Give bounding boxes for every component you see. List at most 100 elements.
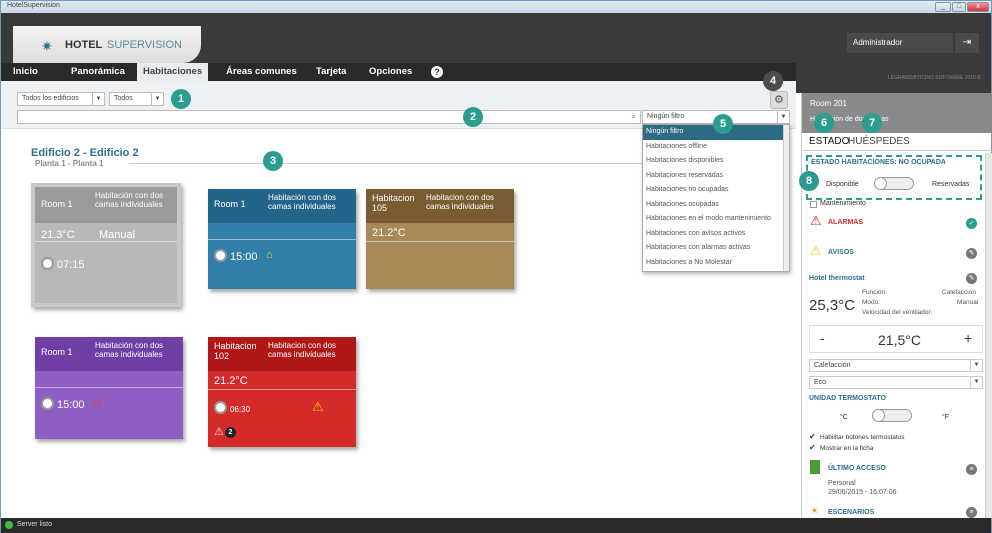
more-icon[interactable]: ≡ <box>966 464 977 475</box>
tab-areas-comunes[interactable]: Áreas comunes <box>220 63 303 81</box>
floor-subtitle: Planta 1 - Planta 1 <box>35 159 104 168</box>
mantenimiento-checkbox[interactable] <box>810 201 817 208</box>
tab-inicio[interactable]: Inicio <box>7 63 44 81</box>
fan-speed-label: Velocidad del ventilador: <box>862 309 933 316</box>
chevron-down-icon: ▼ <box>970 360 982 371</box>
room-name: Habitacion 105 <box>372 193 415 213</box>
window-title: HotelSupervision <box>7 2 60 9</box>
filter-option[interactable]: Habitaciones offline <box>643 140 789 155</box>
tab-tarjeta[interactable]: Tarjeta <box>310 63 352 81</box>
building-title: Edificio 2 - Edificio 2 <box>31 147 139 159</box>
help-icon[interactable]: ? <box>431 66 443 78</box>
filter-option[interactable]: Habitaciones ocupadas <box>643 198 789 213</box>
search-icon: ⌕ <box>631 112 636 121</box>
modo-value: Manual <box>957 299 979 306</box>
filter-option[interactable]: Habitaciones con avisos activos <box>643 227 789 242</box>
room-type: Habitacion con dos camas individuales <box>426 193 495 211</box>
building-select-value: Todos los edificios <box>22 95 79 102</box>
reservadas-label: Reservadas <box>932 181 970 188</box>
filter-option[interactable]: Habitaciones con alarmas activas <box>643 241 789 256</box>
room-time: 15:00 <box>57 399 85 411</box>
alarm-icon: ⚠ <box>214 426 224 438</box>
mode-select[interactable]: Eco ▼ <box>809 376 983 389</box>
availability-toggle[interactable] <box>874 177 914 190</box>
main-nav: Inicio Panorámica Habitaciones Áreas com… <box>1 63 796 81</box>
checkbox-checked-icon[interactable]: ✔ <box>809 443 816 452</box>
room-card[interactable]: Habitacion 102 Habitacion con dos camas … <box>208 337 356 447</box>
unit-toggle[interactable] <box>872 409 912 422</box>
warning-icon: ⚠ <box>312 399 324 414</box>
room-card[interactable]: Room 1 Habitación con dos camas individu… <box>35 337 183 439</box>
filter-option[interactable]: Habitaciones a No Molestar <box>643 256 789 271</box>
tab-estado[interactable]: ESTADO <box>809 136 849 147</box>
room-temp: 21.2°C <box>214 375 248 387</box>
more-icon[interactable]: ≡ <box>966 507 977 518</box>
room-state-title: ESTADO HABITACIONES: NO OCUPADA <box>811 159 946 166</box>
decrease-button[interactable]: - <box>820 330 825 346</box>
tab-panoramica[interactable]: Panorámica <box>65 63 131 81</box>
alarm-icon: ⚠ <box>810 213 822 228</box>
checkbox-checked-icon[interactable]: ✔ <box>809 432 816 441</box>
edit-icon[interactable]: ✎ <box>966 273 977 284</box>
callout-5: 5 <box>713 114 733 134</box>
avisos-label[interactable]: AVISOS <box>828 249 854 256</box>
tab-opciones[interactable]: Opciones <box>363 63 418 81</box>
function-select[interactable]: Calefacción ▼ <box>809 359 983 372</box>
floor-select[interactable]: Todos ▼ <box>109 92 164 106</box>
room-card[interactable]: Room 1 Habitación con dos camas individu… <box>208 189 356 289</box>
room-card[interactable]: Habitacion 105 Habitacion con dos camas … <box>366 189 514 289</box>
guest-icon: ⌂ <box>266 249 273 261</box>
settings-button[interactable]: ⚙ <box>770 91 788 109</box>
filter-option[interactable]: Habitaciones disponibles <box>643 154 789 169</box>
mantenimiento-label: Mantenimiento <box>820 200 866 207</box>
room-type: Habitación con dos camas individuales <box>95 191 164 209</box>
tab-huespedes[interactable]: HUÉSPEDES <box>848 136 910 147</box>
disponible-label: Disponible <box>826 181 859 188</box>
divider <box>35 241 177 242</box>
minimize-button[interactable]: _ <box>935 2 951 12</box>
maximize-button[interactable]: □ <box>952 2 966 12</box>
title-bar: HotelSupervision _ □ x <box>1 1 991 13</box>
search-input[interactable]: ⌕ <box>17 110 641 124</box>
room-type: Habitación con dos camas individuales <box>95 341 164 359</box>
logo-bold: HOTEL <box>65 39 103 51</box>
panel-scrollbar[interactable] <box>985 153 992 518</box>
clock-icon <box>41 397 54 410</box>
room-name: Room 1 <box>214 199 246 209</box>
current-temp: 25,3°C <box>809 297 856 314</box>
logo-star-icon: ✷ <box>41 38 53 54</box>
celsius-label: °C <box>840 414 848 421</box>
callout-3: 3 <box>263 151 283 171</box>
building-select[interactable]: Todos los edificios ▼ <box>17 92 105 106</box>
callout-6: 6 <box>814 113 834 133</box>
filter-option[interactable]: Habitaciones reservadas <box>643 169 789 184</box>
dropdown-scrollbar[interactable] <box>783 125 789 271</box>
room-time: 15:00 <box>230 251 258 263</box>
filter-option[interactable]: Habitaciones en el modo mantenimiento <box>643 212 789 227</box>
room-name: Habitacion 102 <box>214 341 257 361</box>
detail-tabs: ESTADO HUÉSPEDES <box>802 133 992 151</box>
app-header: ✷ HOTEL SUPERVISION Administrador ⇥ <box>1 13 991 63</box>
divider <box>208 389 356 390</box>
divider <box>208 239 356 240</box>
room-type: Habitacion con dos camas individuales <box>268 341 337 359</box>
callout-4: 4 <box>763 71 783 91</box>
user-menu[interactable]: Administrador <box>847 33 953 53</box>
increase-button[interactable]: + <box>964 330 972 346</box>
toggle-knob <box>872 409 885 422</box>
callout-1: 1 <box>171 89 191 109</box>
detail-room-name: Room 201 <box>810 99 847 108</box>
tab-habitaciones[interactable]: Habitaciones <box>137 63 209 81</box>
alarmas-label[interactable]: ALARMAS <box>828 219 863 226</box>
floor-select-value: Todos <box>114 95 133 102</box>
callout-8: 8 <box>799 171 819 191</box>
edit-icon[interactable]: ✎ <box>966 248 977 259</box>
ultimo-acceso-label[interactable]: ÚLTIMO ACCESO <box>828 465 886 472</box>
filter-option[interactable]: Habitaciones no ocupadas <box>643 183 789 198</box>
logout-icon[interactable]: ⇥ <box>955 33 979 53</box>
escenarios-label[interactable]: ESCENARIOS <box>828 509 874 516</box>
room-name: Room 1 <box>41 199 73 209</box>
room-card[interactable]: Room 1 Habitación con dos camas individu… <box>31 183 181 307</box>
chevron-down-icon: ▼ <box>777 111 789 123</box>
close-button[interactable]: x <box>967 2 989 12</box>
